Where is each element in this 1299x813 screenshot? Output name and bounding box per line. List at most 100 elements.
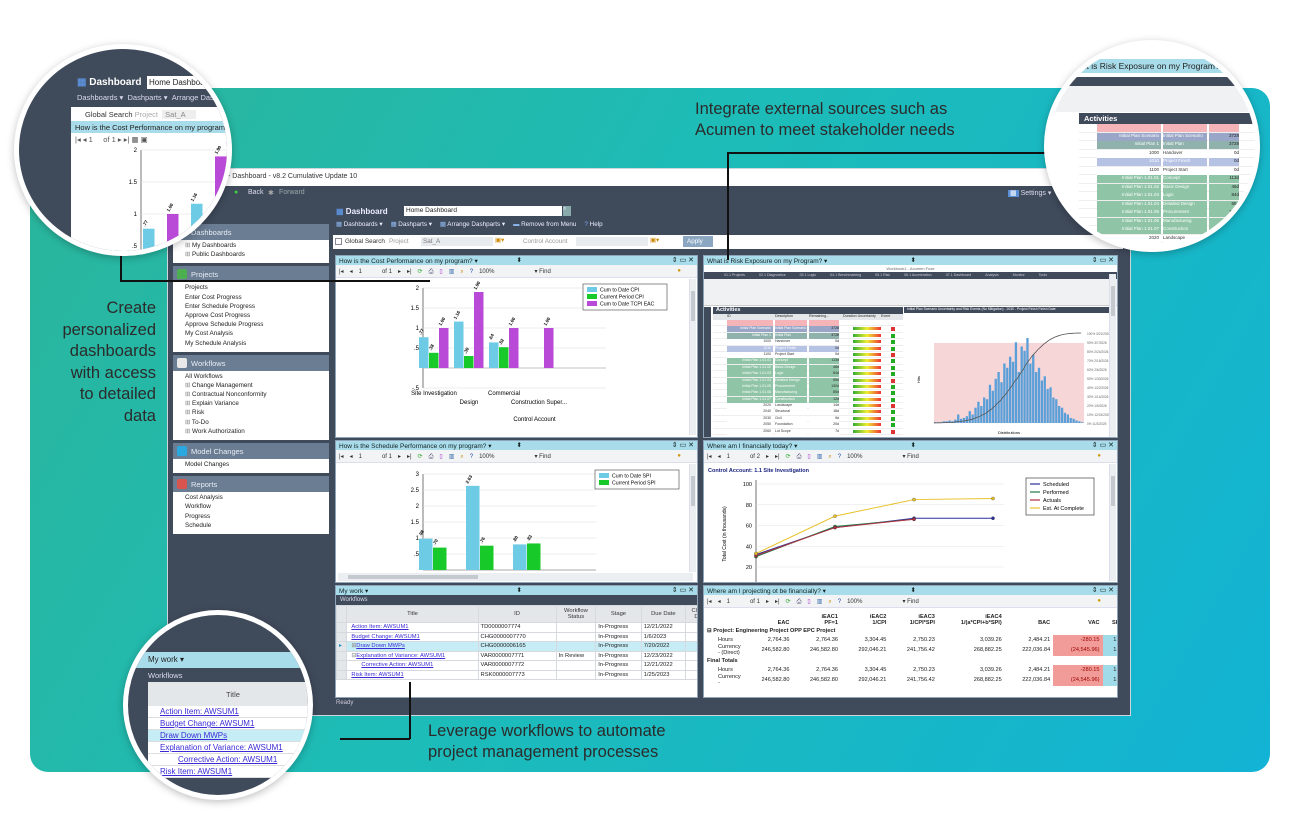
- table-row[interactable]: Budget Change: AWSUM1 CHG0000007770 In-Pro…: [336, 631, 697, 642]
- zoom-select[interactable]: 100%: [847, 454, 862, 460]
- column-header[interactable]: ID: [477, 605, 557, 623]
- prev-page-icon[interactable]: ◂: [350, 454, 353, 460]
- help-icon[interactable]: ?: [838, 454, 841, 460]
- workflow-link[interactable]: Budget Change: AWSUM1: [351, 634, 419, 640]
- print-icon[interactable]: ⎙: [797, 454, 802, 460]
- acumen-tab[interactable]: Tools: [1039, 273, 1047, 277]
- menu-item[interactable]: ▦ Dashboards ▾: [336, 221, 383, 228]
- panel-title[interactable]: What is Risk Exposure on my Program?: [707, 258, 822, 265]
- panel-title[interactable]: Where am I projecting ot be financially?: [707, 588, 821, 595]
- workflow-link[interactable]: Draw Down MWPs: [356, 643, 405, 649]
- sidebar-item[interactable]: Cost Analysis: [173, 494, 329, 503]
- next-page-icon[interactable]: ▸: [766, 454, 769, 460]
- last-page-icon[interactable]: ▸|: [407, 269, 412, 275]
- sidebar-item[interactable]: Enter Schedule Progress: [173, 303, 329, 312]
- menu-item[interactable]: ? Help: [584, 221, 602, 228]
- find-input[interactable]: ▾ Find: [534, 454, 556, 460]
- zoom-in-icon[interactable]: ⌕: [828, 599, 831, 605]
- panel-controls[interactable]: ⇕ ▭ ✕: [672, 256, 694, 264]
- apply-button[interactable]: Apply: [683, 236, 713, 247]
- table-row[interactable]: ⊟Explanation of Variance: AWSUM1 VAR00000…: [336, 650, 697, 661]
- sidebar-item[interactable]: Approve Schedule Progress: [173, 321, 329, 330]
- sidebar-section-3[interactable]: Model Changes: [173, 443, 329, 459]
- zoom-in-icon[interactable]: ⌕: [460, 454, 463, 460]
- next-page-icon[interactable]: ▸: [766, 599, 769, 605]
- last-page-icon[interactable]: ▸|: [775, 599, 780, 605]
- table-row[interactable]: ▸ ⊞Draw Down MWPs CHG0000006165 In-Progress…: [336, 641, 697, 652]
- acumen-tab[interactable]: 02.1 Diagnostics: [759, 273, 786, 277]
- workflow-link[interactable]: Risk Item: AWSUM1: [351, 672, 403, 678]
- settings-button[interactable]: ▦ Settings ▾: [1008, 189, 1051, 197]
- layout-icon[interactable]: ▯: [439, 454, 442, 460]
- workflow-link[interactable]: Corrective Action: AWSUM1: [361, 662, 433, 668]
- menu-item[interactable]: ▦ Dashparts ▾: [391, 221, 432, 228]
- row-selector[interactable]: ▸: [336, 641, 348, 652]
- column-header[interactable]: Event: [881, 314, 890, 318]
- sidebar-item[interactable]: Progress: [173, 513, 329, 522]
- sidebar-item[interactable]: Approve Cost Progress: [173, 312, 329, 321]
- sidebar-item[interactable]: ⊞ Change Management: [173, 382, 329, 391]
- acumen-tab[interactable]: 01.1 Projects: [724, 273, 745, 277]
- sidebar-item[interactable]: ⊞ Explain Variance: [173, 400, 329, 409]
- panel-controls[interactable]: ⇕ ▭ ✕: [1092, 256, 1114, 264]
- sidebar-item[interactable]: ⊞ Risk: [173, 409, 329, 418]
- page-input[interactable]: 1: [359, 454, 362, 460]
- page-input[interactable]: 1: [727, 454, 730, 460]
- navigation-pane[interactable]: [704, 307, 711, 437]
- column-header[interactable]: Due Date: [640, 605, 686, 623]
- search-next-icon[interactable]: ●: [677, 453, 681, 459]
- search-next-icon[interactable]: ●: [677, 268, 681, 274]
- panel-title[interactable]: My work: [339, 588, 363, 595]
- search-icon[interactable]: ⌕: [563, 206, 571, 216]
- column-header[interactable]: ID: [727, 314, 731, 318]
- help-icon[interactable]: ?: [470, 269, 473, 275]
- help-icon[interactable]: ?: [838, 599, 841, 605]
- table-row[interactable]: Corrective Action: AWSUM1 VAR0000007772 In…: [336, 660, 697, 671]
- panel-controls[interactable]: ⇕ ▭ ✕: [672, 586, 694, 594]
- sidebar-item[interactable]: ⊞ Contractual Nonconformity: [173, 391, 329, 400]
- print-icon[interactable]: ⎙: [429, 454, 434, 460]
- next-page-icon[interactable]: ▸: [398, 269, 401, 275]
- sidebar-section-2[interactable]: Workflows: [173, 354, 329, 371]
- layout-icon[interactable]: ▯: [807, 599, 810, 605]
- workflows-tab[interactable]: Workflows: [336, 595, 697, 605]
- row-selector[interactable]: [336, 650, 348, 661]
- sidebar-section-4[interactable]: Reports: [173, 476, 329, 493]
- acumen-tab[interactable]: 04.1 Benchmarking: [830, 273, 861, 277]
- print-icon[interactable]: ⎙: [429, 269, 434, 275]
- panel-title[interactable]: How is the Schedule Performance on my pr…: [339, 443, 486, 450]
- search-next-icon[interactable]: ●: [1097, 453, 1101, 459]
- acumen-tab[interactable]: 05.1 Risk: [875, 273, 890, 277]
- acumen-tab[interactable]: 03.1 Logic: [800, 273, 817, 277]
- sidebar-item[interactable]: Enter Cost Progress: [173, 294, 329, 303]
- sidebar-item[interactable]: My Schedule Analysis: [173, 340, 329, 349]
- panel-controls[interactable]: ⇕ ▭ ✕: [1092, 586, 1114, 594]
- search-next-icon[interactable]: ●: [1097, 598, 1101, 604]
- resize-icon[interactable]: ⬍: [911, 441, 916, 449]
- column-header[interactable]: Duration Uncertainty: [843, 314, 876, 318]
- table-row[interactable]: Risk Item: AWSUM1 RSK0000007773 In-Progres…: [336, 669, 697, 680]
- prev-page-icon[interactable]: ◂: [718, 454, 721, 460]
- resize-icon[interactable]: ⬍: [517, 586, 522, 594]
- first-page-icon[interactable]: |◂: [707, 454, 712, 460]
- activity-row[interactable]: 2060 Lot Scope 7d: [713, 428, 903, 436]
- sidebar-item[interactable]: Workflow: [173, 503, 329, 512]
- page-input[interactable]: 1: [359, 269, 362, 275]
- folder-icon[interactable]: ▣▾: [495, 237, 504, 244]
- page-input[interactable]: 1: [727, 599, 730, 605]
- folder-icon-2[interactable]: ▣▾: [650, 237, 659, 244]
- acumen-tab[interactable]: Monitor: [1013, 273, 1025, 277]
- find-input[interactable]: ▾ Find: [902, 599, 924, 605]
- export-icon[interactable]: ⟳: [786, 599, 791, 605]
- first-page-icon[interactable]: |◂: [339, 269, 344, 275]
- menu-item[interactable]: ▩ Arrange Dashparts ▾: [440, 221, 505, 228]
- column-header[interactable]: Title: [346, 605, 479, 623]
- row-selector[interactable]: [336, 631, 348, 642]
- zoom-in-icon[interactable]: ⌕: [460, 269, 463, 275]
- panel-title[interactable]: Where am I financially today?: [707, 443, 792, 450]
- row-selector[interactable]: [336, 660, 348, 671]
- last-page-icon[interactable]: ▸|: [775, 454, 780, 460]
- forward-icon[interactable]: ✱: [268, 189, 274, 197]
- back-button[interactable]: Back: [248, 189, 264, 196]
- column-header[interactable]: Description: [775, 314, 793, 318]
